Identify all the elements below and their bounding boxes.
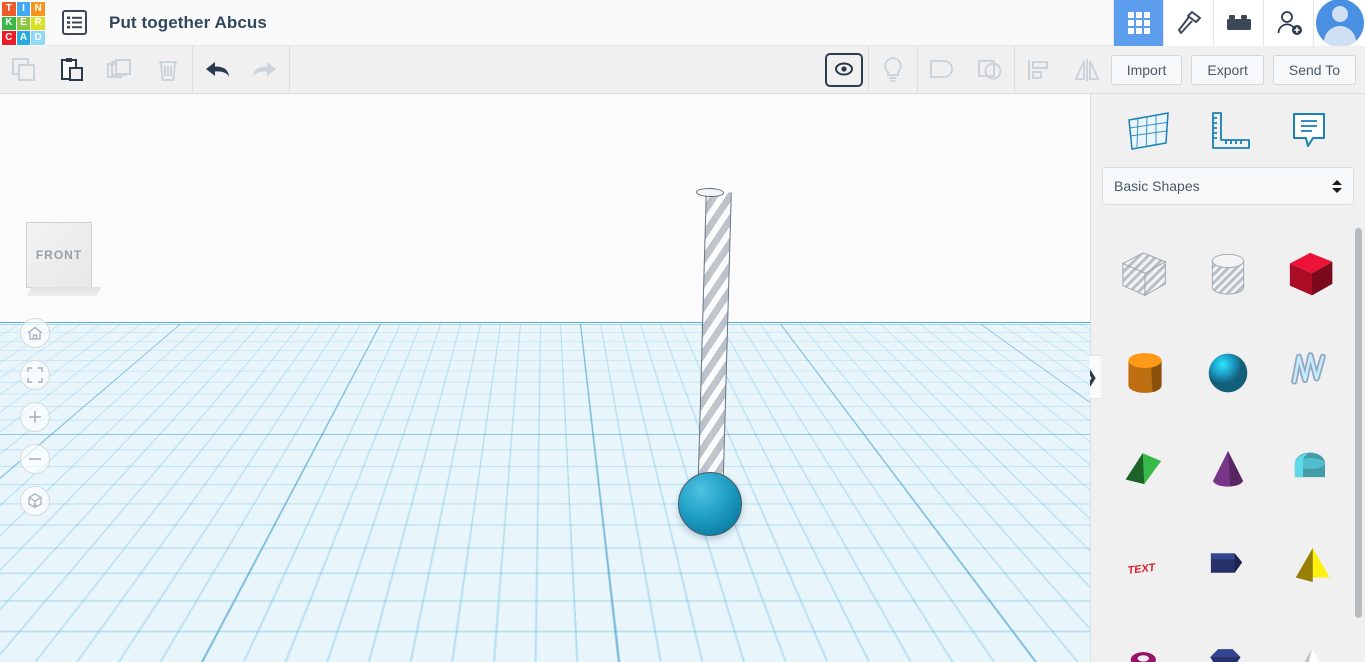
note-icon[interactable]: [1288, 110, 1330, 152]
top-bar: TIN KER CAD Put together Abcus: [0, 0, 1365, 46]
snap-grid-label: Snap Grid: [889, 633, 948, 648]
snap-grid-dropdown[interactable]: 1.0 mm: [955, 628, 1035, 653]
lightbulb-icon[interactable]: [869, 46, 917, 93]
shape-library-grid: TEXT: [1091, 218, 1365, 662]
blue-sphere[interactable]: [678, 472, 742, 536]
hammer-tools-icon[interactable]: [1163, 0, 1213, 46]
workplane-icon[interactable]: [1126, 110, 1172, 152]
hole-cylinder-shape[interactable]: [1187, 226, 1271, 324]
tube-half-shape[interactable]: [1270, 422, 1354, 520]
add-user-icon[interactable]: [1263, 0, 1313, 46]
box-shape[interactable]: [1270, 226, 1354, 324]
ungroup-shapes-icon[interactable]: [966, 46, 1014, 93]
workplane-far-edge: [0, 322, 1090, 324]
logo-tile-i: I: [16, 2, 31, 16]
top-right-actions: [1113, 0, 1365, 46]
logo-tile-r: R: [31, 16, 45, 31]
pyramid-shape[interactable]: [1270, 520, 1354, 618]
view-cube[interactable]: FRONT: [26, 222, 92, 288]
snap-grid-value: 1.0 mm: [965, 633, 1009, 648]
undo-icon[interactable]: [193, 46, 241, 93]
toolbar-divider: [289, 46, 290, 93]
title-zone: Put together Abcus: [46, 0, 1113, 45]
export-button[interactable]: Export: [1191, 54, 1264, 85]
stepper-arrows-icon: [1332, 179, 1342, 193]
logo-tile-a: A: [16, 31, 31, 45]
roof-wedge-shape[interactable]: [1103, 422, 1187, 520]
panel-header-icons: [1091, 94, 1365, 167]
redo-icon[interactable]: [241, 46, 289, 93]
cylinder-shape[interactable]: [1103, 324, 1187, 422]
lego-brick-icon[interactable]: [1213, 0, 1263, 46]
ortho-perspective-icon[interactable]: [20, 486, 50, 516]
hole-box-shape[interactable]: [1103, 226, 1187, 324]
avatar[interactable]: [1313, 0, 1365, 46]
home-view-icon[interactable]: [20, 318, 50, 348]
cone-shape[interactable]: [1187, 422, 1271, 520]
shapes-panel: Basic Shapes TEXT: [1090, 94, 1365, 662]
paste-icon[interactable]: [48, 46, 96, 93]
text-shape[interactable]: TEXT: [1103, 520, 1187, 618]
3d-viewport[interactable]: abc FRONT: [0, 94, 1090, 662]
caret-up-icon: [1017, 638, 1025, 643]
polygon-prism-shape[interactable]: [1187, 520, 1271, 618]
copy-icon[interactable]: [0, 46, 48, 93]
shape-library-label: Basic Shapes: [1114, 178, 1200, 194]
svg-text:TEXT: TEXT: [1127, 562, 1155, 577]
logo-tile-k: K: [2, 16, 16, 31]
logo-tile-c: C: [2, 31, 16, 45]
mirror-flip-icon[interactable]: [1063, 46, 1111, 93]
fit-to-view-icon[interactable]: [20, 360, 50, 390]
tinkercad-logo[interactable]: TIN KER CAD: [0, 0, 46, 46]
logo-tile-d: D: [31, 31, 45, 45]
align-icon[interactable]: [1015, 46, 1063, 93]
logo-tile-e: E: [16, 16, 31, 31]
duplicate-icon[interactable]: [96, 46, 144, 93]
polygon-shape[interactable]: [1187, 618, 1271, 662]
shape-library-selector[interactable]: Basic Shapes: [1102, 167, 1354, 205]
show-hide-eye-icon[interactable]: [824, 52, 863, 87]
panel-collapse-chevron-icon[interactable]: ❯: [1079, 355, 1101, 399]
scribble-shape[interactable]: [1270, 324, 1354, 422]
logo-tile-n: N: [31, 2, 45, 16]
tinkercad-app: TIN KER CAD Put together Abcus Import Expo…: [0, 0, 1365, 662]
sphere-shape[interactable]: [1187, 324, 1271, 422]
paraboloid-shape[interactable]: [1270, 618, 1354, 662]
zoom-out-icon[interactable]: [20, 444, 50, 474]
torus-shape[interactable]: [1103, 618, 1187, 662]
group-shapes-icon[interactable]: [918, 46, 966, 93]
document-title: Put together Abcus: [109, 12, 267, 32]
hole-cylinder-cap: [695, 187, 725, 198]
list-menu-icon[interactable]: [62, 10, 87, 35]
edit-grid-button[interactable]: Edit Grid: [956, 595, 1035, 622]
logo-tile-t: T: [2, 2, 16, 16]
ruler-icon[interactable]: [1207, 110, 1253, 152]
main-toolbar: Import Export Send To: [0, 46, 1365, 94]
import-button[interactable]: Import: [1110, 54, 1183, 85]
snap-grid-row: Snap Grid 1.0 mm: [889, 628, 1035, 653]
zoom-in-icon[interactable]: [20, 402, 50, 432]
delete-trash-icon[interactable]: [144, 46, 192, 93]
panel-scrollbar[interactable]: [1355, 228, 1362, 618]
send-to-button[interactable]: Send To: [1272, 54, 1356, 85]
gallery-grid-icon[interactable]: [1113, 0, 1163, 46]
workplane-grid[interactable]: abc: [0, 94, 1090, 325]
view-cube-label: FRONT: [35, 248, 83, 262]
avatar-image: [1315, 0, 1364, 46]
